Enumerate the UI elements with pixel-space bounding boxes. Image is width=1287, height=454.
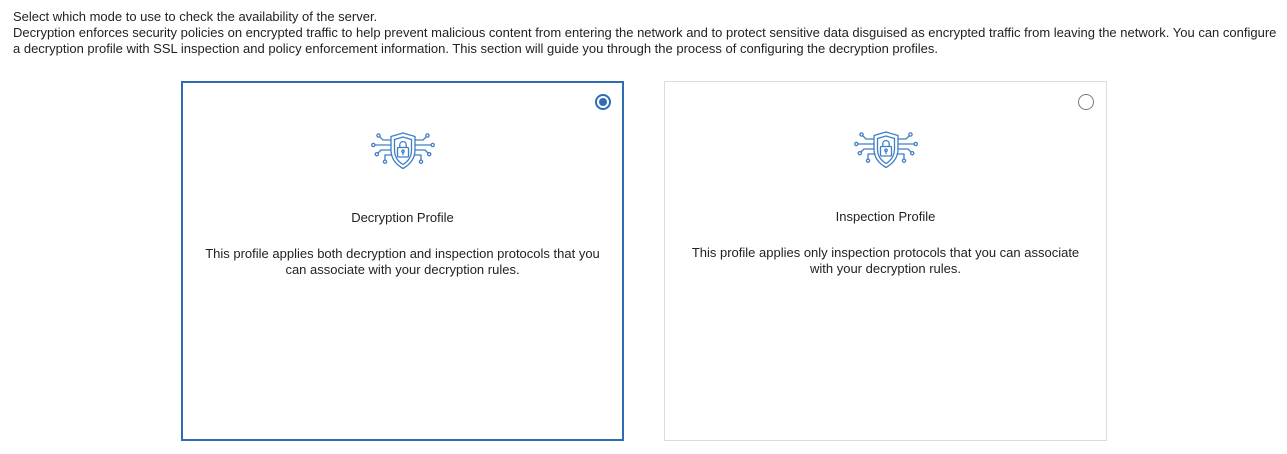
inspection-profile-radio[interactable] xyxy=(1078,94,1094,110)
card-title: Decryption Profile xyxy=(351,210,454,225)
intro-text: Select which mode to use to check the av… xyxy=(13,9,1281,57)
intro-instruction: Select which mode to use to check the av… xyxy=(13,9,378,24)
decryption-profile-radio[interactable] xyxy=(595,94,611,110)
radio-selected-dot xyxy=(599,98,607,106)
card-description: This profile applies only inspection pro… xyxy=(691,245,1080,276)
shield-lock-circuit-icon xyxy=(365,130,441,172)
intro-description: Decryption enforces security policies on… xyxy=(13,25,1277,56)
inspection-profile-card[interactable]: Inspection Profile This profile applies … xyxy=(664,81,1107,441)
shield-lock-circuit-icon xyxy=(848,129,924,171)
card-title: Inspection Profile xyxy=(835,209,936,224)
decryption-profile-card[interactable]: Decryption Profile This profile applies … xyxy=(181,81,624,441)
card-description: This profile applies both decryption and… xyxy=(205,246,600,277)
